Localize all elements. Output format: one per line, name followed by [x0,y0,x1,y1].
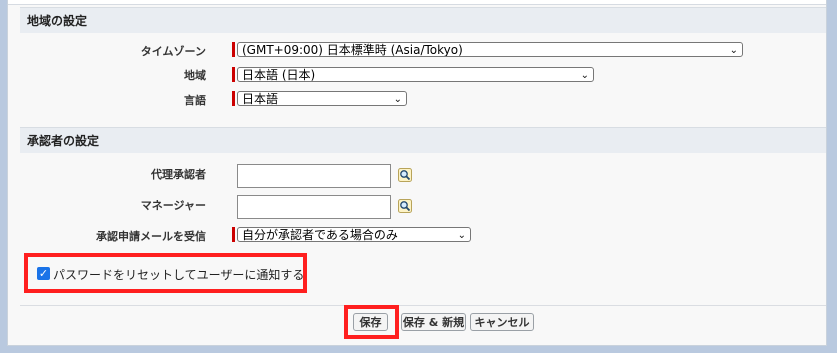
region-select[interactable]: 日本語 (日本) ⌄ [237,67,594,82]
lookup-icon[interactable] [398,199,412,213]
checkmark-icon: ✓ [38,267,49,280]
user-edit-panel: 地域の設定 タイムゾーン (GMT+09:00) 日本標準時 (Asia/Tok… [7,0,827,346]
chevron-down-icon: ⌄ [580,70,589,81]
notify-checkbox-label: パスワードをリセットしてユーザーに通知する [53,268,305,282]
chevron-down-icon: ⌄ [457,230,466,241]
required-indicator [232,67,235,82]
region-value: 日本語 (日本) [242,68,316,82]
timezone-value: (GMT+09:00) 日本標準時 (Asia/Tokyo) [242,43,463,57]
approval-email-label: 承認申請メールを受信 [96,230,206,243]
manager-label: マネージャー [140,199,206,212]
language-label: 言語 [184,94,206,107]
timezone-label: タイムゾーン [140,45,206,58]
delegate-approver-label: 代理承認者 [151,168,206,181]
save-button[interactable]: 保存 [353,313,388,331]
required-indicator [232,227,235,242]
approval-email-value: 自分が承認者である場合のみ [242,228,398,242]
panel-top-border [8,0,826,5]
chevron-down-icon: ⌄ [393,94,402,105]
save-and-new-button[interactable]: 保存 & 新規 [401,313,466,331]
delegate-approver-input[interactable] [237,164,391,188]
chevron-down-icon: ⌄ [729,45,738,56]
language-value: 日本語 [242,92,279,106]
region-label: 地域 [184,69,206,82]
notify-checkbox[interactable]: ✓ [37,267,50,280]
timezone-select[interactable]: (GMT+09:00) 日本標準時 (Asia/Tokyo) ⌄ [237,42,743,57]
divider [20,305,826,306]
required-indicator [232,91,235,106]
approval-email-select[interactable]: 自分が承認者である場合のみ ⌄ [237,227,471,242]
cancel-button[interactable]: キャンセル [470,313,534,331]
required-indicator [232,42,235,57]
section-header-approver: 承認者の設定 [20,127,826,153]
manager-input[interactable] [237,195,391,219]
lookup-icon[interactable] [398,168,412,182]
section-header-locale: 地域の設定 [20,7,826,33]
language-select[interactable]: 日本語 ⌄ [237,91,407,106]
